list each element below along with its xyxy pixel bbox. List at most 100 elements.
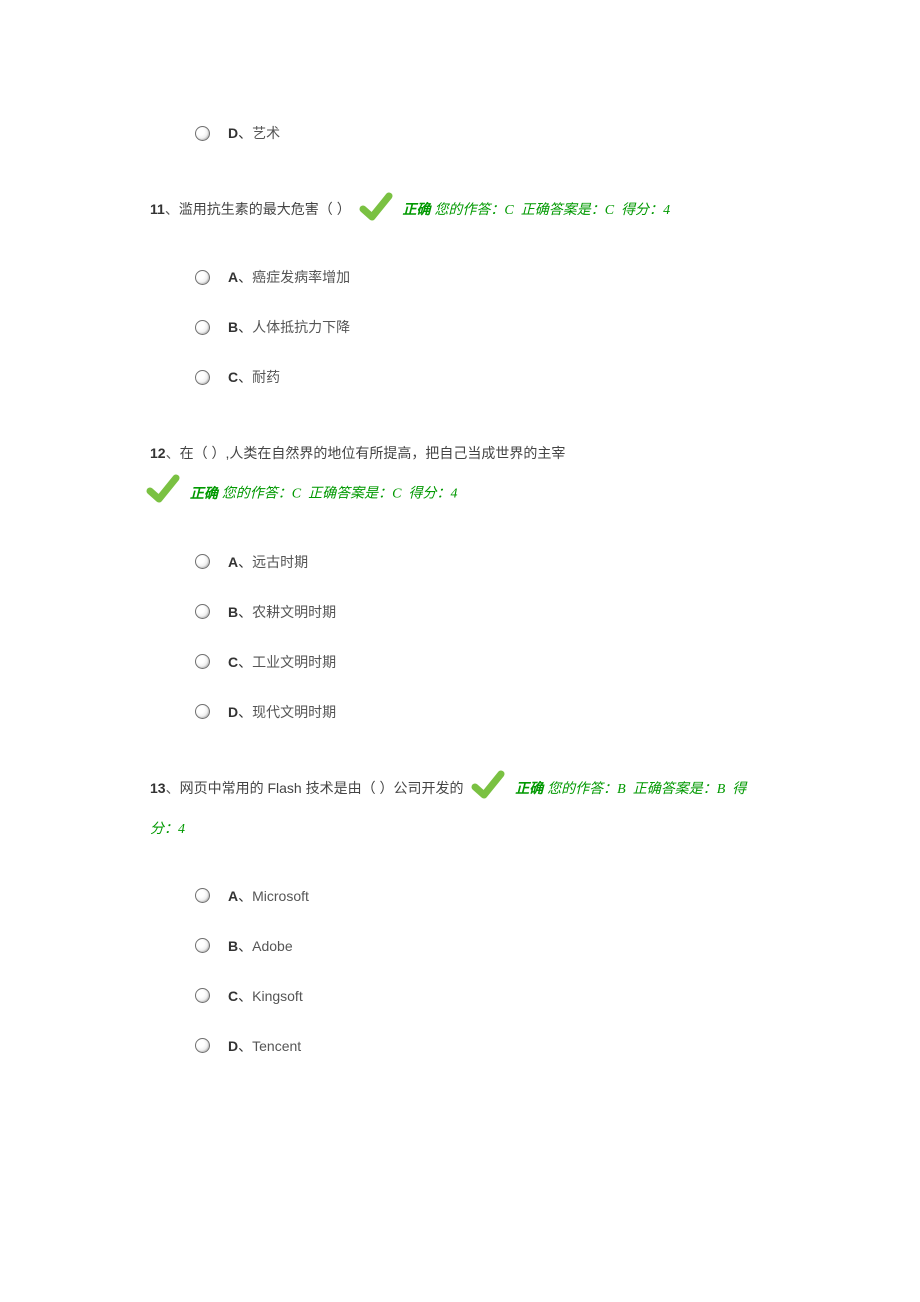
- radio-icon[interactable]: [195, 988, 210, 1003]
- status-correct: 正确: [190, 487, 218, 502]
- feedback-line: 您的作答：C 正确答案是：C 得分：4: [222, 487, 458, 502]
- option-label: A、远古时期: [228, 552, 308, 572]
- radio-icon[interactable]: [195, 270, 210, 285]
- option-label: D、艺术: [228, 123, 280, 143]
- option-letter: B: [228, 319, 238, 335]
- radio-icon[interactable]: [195, 888, 210, 903]
- option-text: Kingsoft: [252, 988, 303, 1004]
- score-value: 4: [178, 822, 185, 837]
- option-letter: C: [228, 654, 238, 670]
- question-stem: 滥用抗生素的最大危害（ ）: [179, 201, 351, 217]
- option-text: 艺术: [252, 125, 280, 141]
- option-text: 农耕文明时期: [252, 604, 336, 620]
- option-label: B、Adobe: [228, 936, 293, 956]
- checkmark-icon: [146, 473, 180, 520]
- your-answer-label: 您的作答：: [222, 487, 292, 502]
- status-correct: 正确: [515, 782, 543, 797]
- radio-icon[interactable]: [195, 704, 210, 719]
- option-label: A、癌症发病率增加: [228, 267, 350, 287]
- radio-icon[interactable]: [195, 938, 210, 953]
- your-answer-value: B: [617, 782, 626, 797]
- option-letter: A: [228, 554, 238, 570]
- option-letter: D: [228, 125, 238, 141]
- option-text: Tencent: [252, 1038, 301, 1054]
- option-text: 癌症发病率增加: [252, 269, 350, 285]
- correct-answer-value: C: [392, 487, 401, 502]
- radio-icon[interactable]: [195, 654, 210, 669]
- option-label: B、农耕文明时期: [228, 602, 336, 622]
- option-label: B、人体抵抗力下降: [228, 317, 350, 337]
- correct-answer-label: 正确答案是：: [633, 782, 717, 797]
- option-row: D、现代文明时期: [195, 695, 770, 729]
- score-label: 得分：: [621, 203, 663, 218]
- status-correct: 正确: [402, 203, 430, 218]
- option-row: B、Adobe: [195, 929, 770, 963]
- radio-icon[interactable]: [195, 1038, 210, 1053]
- question-12: 12、在（ ）,人类在自然界的地位有所提高，把自己当成世界的主宰 正确 您的作答…: [150, 434, 770, 514]
- checkmark-icon: [359, 191, 393, 238]
- question-stem: 网页中常用的 Flash 技术是由（ ）公司开发的: [180, 780, 464, 796]
- radio-icon[interactable]: [195, 126, 210, 141]
- quiz-page: D、艺术 11、滥用抗生素的最大危害（ ） 正确 您的作答：C 正确答案是：C …: [0, 0, 920, 1139]
- options-q13: A、Microsoft B、Adobe C、Kingsoft D、Tencent: [195, 879, 770, 1063]
- option-label: A、Microsoft: [228, 886, 309, 906]
- correct-answer-label: 正确答案是：: [308, 487, 392, 502]
- option-separator: 、: [238, 125, 252, 141]
- option-letter: D: [228, 704, 238, 720]
- option-row: C、耐药: [195, 360, 770, 394]
- option-row: D、Tencent: [195, 1029, 770, 1063]
- option-row: A、远古时期: [195, 545, 770, 579]
- question-13: 13、网页中常用的 Flash 技术是由（ ）公司开发的 正确 您的作答：B 正…: [150, 769, 770, 849]
- question-number: 13: [150, 780, 166, 796]
- radio-icon[interactable]: [195, 370, 210, 385]
- question-number: 12: [150, 445, 166, 461]
- option-text: 远古时期: [252, 554, 308, 570]
- option-letter: C: [228, 988, 238, 1004]
- radio-icon[interactable]: [195, 554, 210, 569]
- correct-answer-value: C: [605, 203, 614, 218]
- score-value: 4: [663, 203, 670, 218]
- option-letter: A: [228, 269, 238, 285]
- option-row: C、Kingsoft: [195, 979, 770, 1013]
- checkmark-icon: [471, 769, 505, 816]
- option-text: Adobe: [252, 938, 292, 954]
- option-row: B、农耕文明时期: [195, 595, 770, 629]
- option-letter: B: [228, 938, 238, 954]
- option-label: D、现代文明时期: [228, 702, 336, 722]
- option-label: C、耐药: [228, 367, 280, 387]
- option-row: A、癌症发病率增加: [195, 260, 770, 294]
- option-text: 耐药: [252, 369, 280, 385]
- your-answer-value: C: [504, 203, 513, 218]
- option-letter: B: [228, 604, 238, 620]
- option-letter: A: [228, 888, 238, 904]
- score-label: 得分：: [408, 487, 450, 502]
- radio-icon[interactable]: [195, 320, 210, 335]
- option-label: D、Tencent: [228, 1036, 301, 1056]
- question-number: 11: [150, 201, 165, 217]
- feedback-line: 您的作答：C 正确答案是：C 得分：4: [434, 203, 670, 218]
- correct-answer-value: B: [717, 782, 726, 797]
- option-row: B、人体抵抗力下降: [195, 310, 770, 344]
- your-answer-label: 您的作答：: [434, 203, 504, 218]
- option-row: A、Microsoft: [195, 879, 770, 913]
- option-text: 人体抵抗力下降: [252, 319, 350, 335]
- option-label: C、Kingsoft: [228, 986, 303, 1006]
- question-11: 11、滥用抗生素的最大危害（ ） 正确 您的作答：C 正确答案是：C 得分：4: [150, 190, 770, 230]
- options-q12: A、远古时期 B、农耕文明时期 C、工业文明时期 D、现代文明时期: [195, 545, 770, 729]
- your-answer-label: 您的作答：: [547, 782, 617, 797]
- option-row: C、工业文明时期: [195, 645, 770, 679]
- question-separator: 、: [166, 780, 180, 796]
- orphan-options: D、艺术: [195, 116, 770, 150]
- score-value: 4: [450, 487, 457, 502]
- question-separator: 、: [166, 445, 180, 461]
- your-answer-value: C: [292, 487, 301, 502]
- correct-answer-label: 正确答案是：: [521, 203, 605, 218]
- option-text: 现代文明时期: [252, 704, 336, 720]
- options-q11: A、癌症发病率增加 B、人体抵抗力下降 C、耐药: [195, 260, 770, 394]
- question-separator: 、: [165, 201, 179, 217]
- option-letter: C: [228, 369, 238, 385]
- option-row: D、艺术: [195, 116, 770, 150]
- radio-icon[interactable]: [195, 604, 210, 619]
- option-letter: D: [228, 1038, 238, 1054]
- option-text: Microsoft: [252, 888, 309, 904]
